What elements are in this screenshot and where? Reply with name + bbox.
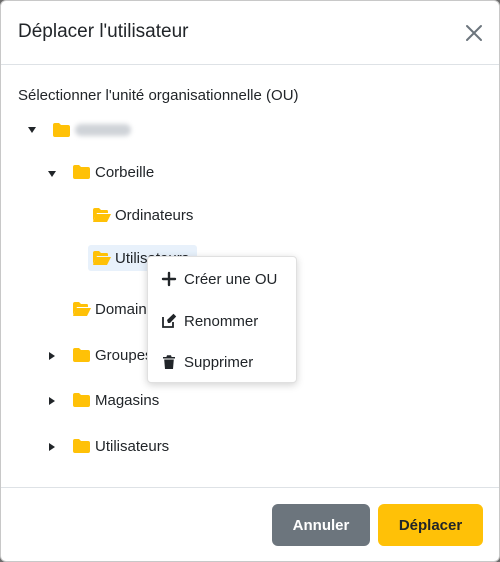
tree-node-label: Domaine <box>95 300 152 318</box>
menu-item-rename[interactable]: Renommer <box>148 303 296 339</box>
ou-select-label: Sélectionner l'unité organisationnelle (… <box>18 87 299 104</box>
cancel-button[interactable]: Annuler <box>272 504 370 546</box>
menu-item-create-ou[interactable]: Créer une OU <box>148 261 296 297</box>
tree-node-root-label <box>75 124 131 136</box>
tree-node-root[interactable] <box>52 117 131 143</box>
menu-item-label: Supprimer <box>184 353 254 371</box>
folder-icon <box>73 439 90 453</box>
caret-down-icon[interactable] <box>46 167 58 179</box>
tree-node-label: Ordinateurs <box>115 206 194 224</box>
dialog-title: Déplacer l'utilisateur <box>18 21 189 42</box>
caret-right-icon[interactable] <box>46 440 58 452</box>
caret-down-icon[interactable] <box>26 123 38 135</box>
tree-node-label: Utilisateurs <box>95 437 170 455</box>
tree-node-label: Magasins <box>95 391 160 409</box>
tree-node-label: Corbeille <box>95 163 155 181</box>
tree-node-groupes[interactable]: Groupes <box>72 342 152 368</box>
folder-icon <box>53 123 70 137</box>
folder-icon <box>73 165 90 179</box>
folder-open-icon <box>93 208 111 222</box>
tree-node-magasins[interactable]: Magasins <box>72 387 159 413</box>
dialog-header: Déplacer l'utilisateur <box>1 1 499 65</box>
caret-right-icon[interactable] <box>46 349 58 361</box>
tree-node-label: Groupes <box>95 346 152 364</box>
folder-open-icon <box>73 302 91 316</box>
edit-icon <box>162 313 177 328</box>
move-user-dialog: Déplacer l'utilisateur Sélectionner l'un… <box>0 0 500 562</box>
dialog-footer: Annuler Déplacer <box>1 487 499 561</box>
caret-right-icon[interactable] <box>46 394 58 406</box>
tree-node-ordinateurs[interactable]: Ordinateurs <box>92 202 193 228</box>
folder-icon <box>73 348 90 362</box>
menu-item-label: Créer une OU <box>184 270 278 288</box>
move-button[interactable]: Déplacer <box>378 504 483 546</box>
menu-item-delete[interactable]: Supprimer <box>148 344 296 380</box>
folder-icon <box>73 393 90 407</box>
tree-node-domaine[interactable]: Domaine <box>72 296 152 322</box>
trash-icon <box>163 355 175 369</box>
plus-icon <box>161 271 177 287</box>
close-icon[interactable] <box>463 22 485 44</box>
tree-node-utilisateurs[interactable]: Utilisateurs <box>72 433 169 459</box>
context-menu: Créer une OU Renommer Supprimer <box>147 256 297 383</box>
tree-node-corbeille[interactable]: Corbeille <box>72 159 154 185</box>
menu-item-label: Renommer <box>184 312 259 330</box>
folder-open-icon <box>93 251 111 265</box>
